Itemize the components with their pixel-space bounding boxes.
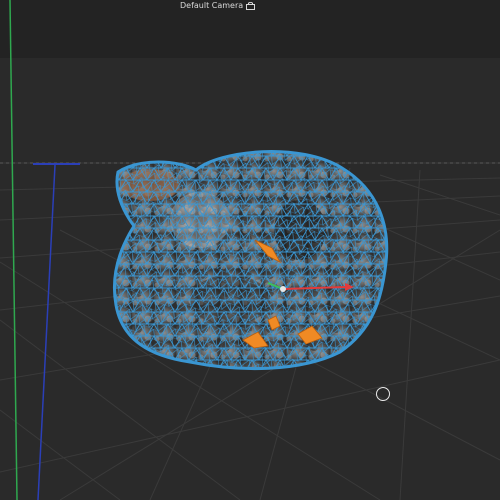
scene-canvas[interactable] bbox=[0, 0, 500, 500]
y-axis-line bbox=[9, 0, 18, 500]
3d-viewport[interactable]: Default Camera bbox=[0, 0, 500, 500]
gizmo-center[interactable] bbox=[280, 286, 286, 292]
cursor-ring-icon bbox=[376, 387, 390, 401]
